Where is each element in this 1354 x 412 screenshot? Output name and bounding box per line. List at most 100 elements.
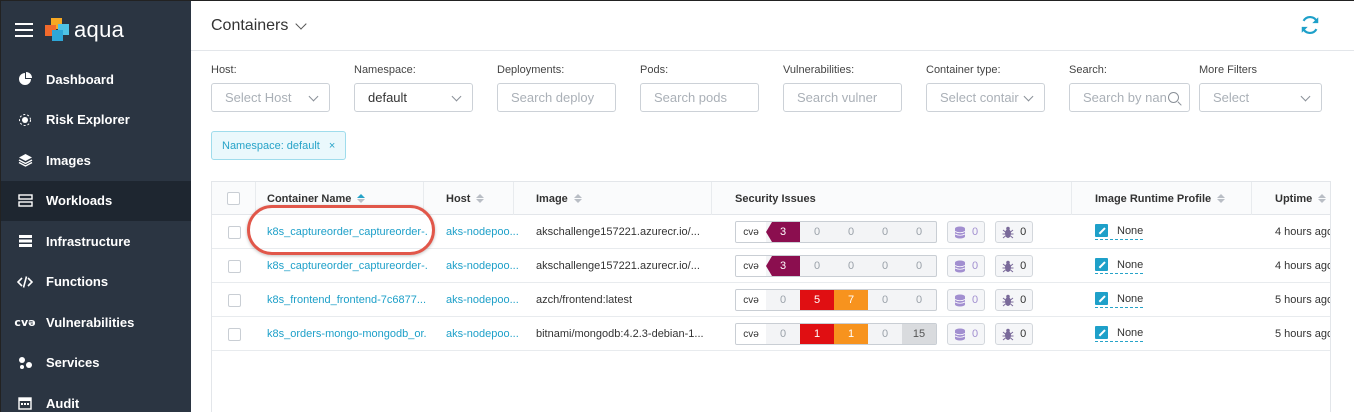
host-link[interactable]: aks-nodepoo... <box>446 249 522 283</box>
cve-count-high[interactable]: 1 <box>800 324 834 344</box>
malware-badge[interactable]: 0 <box>995 323 1034 345</box>
cve-count-medium[interactable]: 0 <box>834 256 868 276</box>
namespace-filter-label: Namespace: <box>354 64 416 76</box>
chevron-down-icon[interactable] <box>295 17 308 30</box>
sidebar-item-risk-explorer[interactable]: Risk Explorer <box>1 100 191 141</box>
sidebar-item-images[interactable]: Images <box>1 140 191 181</box>
cve-count-high[interactable]: 5 <box>800 290 834 310</box>
sidebar-item-label: Dashboard <box>46 71 114 87</box>
search-icon[interactable] <box>1168 92 1179 103</box>
runtime-profile-value: None <box>1117 292 1144 305</box>
sensitive-data-badge[interactable]: 0 <box>947 289 986 311</box>
sidebar-item-services[interactable]: Services <box>1 343 191 384</box>
runtime-profile-link[interactable]: None <box>1095 258 1144 274</box>
sensitive-data-badge[interactable]: 0 <box>947 323 986 345</box>
vulnerabilities-search-input[interactable]: Search vulner <box>783 83 902 112</box>
runtime-profile-link[interactable]: None <box>1095 292 1144 308</box>
table-row[interactable]: k8s_captureorder_captureorder-... aks-nod… <box>212 249 1330 283</box>
cve-count-critical[interactable]: 0 <box>766 324 800 344</box>
deployments-placeholder: Search deploy <box>511 90 595 105</box>
col-host-label: Host <box>446 192 471 205</box>
pods-filter-label: Pods: <box>640 64 669 76</box>
sidebar-item-audit[interactable]: Audit <box>1 383 191 412</box>
select-all-checkbox[interactable] <box>227 192 240 205</box>
runtime-profile-link[interactable]: None <box>1095 326 1144 342</box>
col-host[interactable]: Host <box>424 182 514 215</box>
cve-severity-bar[interactable]: cvə 3 0 0 0 0 <box>735 221 937 243</box>
sort-icon <box>1318 194 1327 203</box>
cve-count-critical[interactable]: 3 <box>766 256 800 276</box>
cve-count-low[interactable]: 0 <box>868 222 902 242</box>
cve-count-low[interactable]: 0 <box>868 256 902 276</box>
sensitive-data-badge[interactable]: 0 <box>947 221 986 243</box>
row-checkbox[interactable] <box>227 327 241 341</box>
cve-count-high[interactable]: 0 <box>800 256 834 276</box>
cve-count-negligible[interactable]: 0 <box>902 256 936 276</box>
cve-severity-bar[interactable]: cvə 0 1 1 0 15 <box>735 323 937 345</box>
container-name-link[interactable]: k8s_frontend_frontend-7c6877... <box>267 283 427 317</box>
malware-badge[interactable]: 0 <box>995 289 1034 311</box>
sidebar-item-dashboard[interactable]: Dashboard <box>1 59 191 100</box>
refresh-icon[interactable] <box>1299 14 1321 36</box>
host-link[interactable]: aks-nodepoo... <box>446 317 522 351</box>
sidebar-item-workloads[interactable]: Workloads <box>1 180 191 221</box>
cve-count-medium[interactable]: 7 <box>834 290 868 310</box>
cve-count-negligible[interactable]: 0 <box>902 290 936 310</box>
cve-count-critical[interactable]: 3 <box>766 222 800 242</box>
host-filter-label: Host: <box>211 64 237 76</box>
runtime-profile-cell: None <box>1095 215 1245 249</box>
uptime-value: 4 hours ago <box>1275 226 1331 238</box>
sidebar-item-vulnerabilities[interactable]: cvə Vulnerabilities <box>1 302 191 343</box>
brand-name[interactable]: aqua <box>74 17 124 43</box>
pods-search-input[interactable]: Search pods <box>640 83 759 112</box>
cve-severity-bar[interactable]: cvə 3 0 0 0 0 <box>735 255 937 277</box>
host-link[interactable]: aks-nodepoo... <box>446 283 522 317</box>
malware-count: 0 <box>1020 260 1027 272</box>
cve-count-high[interactable]: 0 <box>800 222 834 242</box>
malware-badge[interactable]: 0 <box>995 221 1034 243</box>
namespace-filter: Namespace: default <box>354 64 473 112</box>
row-checkbox[interactable] <box>227 293 241 307</box>
risk-explorer-icon <box>17 112 33 128</box>
sidebar-item-infrastructure[interactable]: Infrastructure <box>1 221 191 262</box>
hamburger-menu-icon[interactable] <box>15 23 33 37</box>
table-row[interactable]: k8s_captureorder_captureorder-... aks-nod… <box>212 215 1331 249</box>
remove-filter-icon[interactable]: × <box>329 140 335 152</box>
sidebar-item-functions[interactable]: Functions <box>1 262 191 303</box>
col-image[interactable]: Image <box>514 182 712 215</box>
container-type-select[interactable]: Select contair <box>926 83 1045 112</box>
col-uptime[interactable]: Uptime <box>1252 182 1330 215</box>
cve-count-low[interactable]: 0 <box>868 324 902 344</box>
deployments-search-input[interactable]: Search deploy <box>497 83 616 112</box>
cve-count-low[interactable]: 0 <box>868 290 902 310</box>
table-row[interactable]: k8s_orders-mongo-mongodb_or... aks-nodepo… <box>212 317 1330 351</box>
table-row[interactable]: k8s_frontend_frontend-7c6877... aks-nodep… <box>212 283 1330 317</box>
page-title[interactable]: Containers <box>211 17 288 35</box>
col-image-runtime-profile[interactable]: Image Runtime Profile <box>1072 182 1252 215</box>
host-select[interactable]: Select Host <box>211 83 330 112</box>
host-link[interactable]: aks-nodepoo... <box>446 215 522 249</box>
sensitive-data-count: 0 <box>972 260 979 272</box>
cve-severity-bar[interactable]: cvə 0 5 7 0 0 <box>735 289 937 311</box>
namespace-select[interactable]: default <box>354 83 473 112</box>
search-input[interactable]: Search by nan <box>1069 83 1190 112</box>
row-checkbox[interactable] <box>227 225 241 239</box>
container-name-link[interactable]: k8s_orders-mongo-mongodb_or... <box>267 317 427 351</box>
more-filters-select[interactable]: Select <box>1199 83 1322 112</box>
cve-count-negligible[interactable]: 15 <box>902 324 936 344</box>
runtime-profile-cell: None <box>1095 317 1245 351</box>
cve-count-critical[interactable]: 0 <box>766 290 800 310</box>
container-name-link[interactable]: k8s_captureorder_captureorder-... <box>267 249 427 283</box>
sensitive-data-badge[interactable]: 0 <box>947 255 986 277</box>
cve-count-medium[interactable]: 1 <box>834 324 868 344</box>
sidebar-item-label: Infrastructure <box>46 233 131 249</box>
search-filter: Search: Search by nan <box>1069 64 1190 112</box>
vulnerabilities-filter: Vulnerabilities: Search vulner <box>783 64 902 112</box>
runtime-profile-link[interactable]: None <box>1095 224 1144 240</box>
cve-count-medium[interactable]: 0 <box>834 222 868 242</box>
container-name-link[interactable]: k8s_captureorder_captureorder-... <box>267 215 427 249</box>
row-checkbox[interactable] <box>227 259 241 273</box>
malware-badge[interactable]: 0 <box>995 255 1034 277</box>
col-container-name[interactable]: Container Name <box>256 182 424 215</box>
cve-count-negligible[interactable]: 0 <box>902 222 936 242</box>
